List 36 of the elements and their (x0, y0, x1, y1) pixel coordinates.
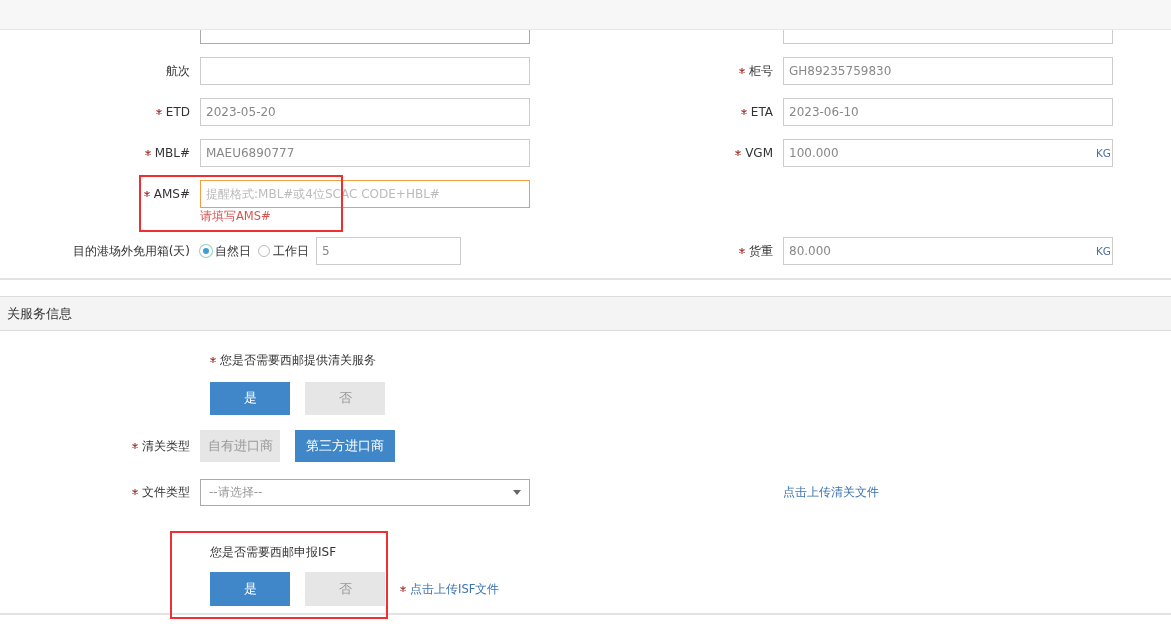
field-label: MBL# (154, 146, 190, 160)
choice-button[interactable]: 是 (210, 382, 290, 415)
field-label: VGM (745, 146, 773, 160)
choice-button[interactable]: 第三方进口商 (295, 430, 395, 462)
input-field[interactable]: 5 (316, 237, 461, 265)
field-label: 货重 (749, 242, 773, 260)
input-field[interactable] (783, 30, 1113, 44)
select-field[interactable] (200, 30, 530, 44)
section-header: 关服务信息 (0, 296, 1171, 331)
input-field[interactable]: GH89235759830 (783, 57, 1113, 85)
upload-link[interactable]: 点击上传ISF文件 (410, 581, 500, 597)
field-label: ETD (165, 105, 190, 119)
field-label: 航次 (166, 62, 190, 80)
input-field[interactable]: 2023-05-20 (200, 98, 530, 126)
upload-link[interactable]: 点击上传清关文件 (783, 484, 879, 500)
choice-button[interactable]: 否 (305, 382, 385, 415)
choice-button[interactable]: 是 (210, 572, 290, 606)
select-field[interactable]: --请选择-- (200, 478, 530, 506)
field-label: 文件类型 (142, 483, 190, 501)
field-label: ETA (750, 105, 773, 119)
field-label: 清关类型 (142, 437, 190, 455)
caret-icon (513, 489, 521, 495)
question-text: 您是否需要西邮提供清关服务 (220, 351, 376, 369)
input-field[interactable]: MAEU6890777 (200, 139, 530, 167)
error-message: 请填写AMS# (200, 209, 272, 224)
field-label: AMS# (153, 187, 190, 201)
choice-button[interactable]: 自有进口商 (200, 430, 280, 462)
question-text: 您是否需要西邮申报ISF (210, 544, 338, 560)
input-field[interactable] (200, 57, 530, 85)
input-field[interactable]: 2023-06-10 (783, 98, 1113, 126)
field-label: 目的港场外免用箱(天) (72, 242, 190, 260)
radio-button[interactable] (258, 245, 270, 257)
field-label: 柜号 (749, 62, 773, 80)
radio-label[interactable]: 自然日 (215, 242, 251, 260)
radio-label[interactable]: 工作日 (273, 242, 309, 260)
choice-button[interactable]: 否 (305, 572, 385, 606)
